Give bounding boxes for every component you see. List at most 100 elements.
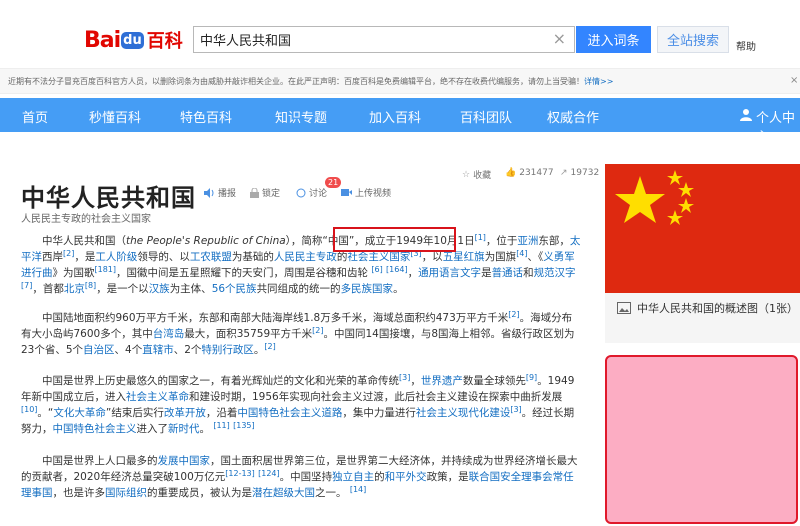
link-autonomous-region[interactable]: 自治区 xyxy=(83,344,115,356)
ref-link[interactable]: [3] xyxy=(510,405,521,414)
link-common-language[interactable]: 通用语言文字 xyxy=(418,267,481,279)
comment-icon xyxy=(296,188,306,197)
ref-link[interactable]: [14] xyxy=(350,485,366,494)
favorite-button[interactable]: ☆ 收藏 xyxy=(462,168,491,182)
link-socialist-revolution[interactable]: 社会主义革命 xyxy=(126,391,189,403)
help-link[interactable]: 帮助 xyxy=(736,38,756,53)
main-nav: 首页 秒懂百科 特色百科 知识专题 加入百科 百科团队 权威合作 个人中心 xyxy=(0,98,800,145)
ref-link[interactable]: [2] xyxy=(264,342,275,351)
share-count: 19732 xyxy=(570,168,600,178)
link-sar[interactable]: 特别行政区 xyxy=(201,344,254,356)
link-standard-chinese[interactable]: 规范汉字 xyxy=(534,267,576,279)
link-municipality[interactable]: 直辖市 xyxy=(142,344,174,356)
text: 为国旗 xyxy=(484,251,517,263)
discuss-button[interactable]: 讨论 xyxy=(296,186,327,199)
ref-link[interactable]: [4] xyxy=(516,249,527,258)
text: 西岸 xyxy=(42,251,63,263)
paragraph-1: 中华人民共和国（the People's Republic of China），… xyxy=(21,233,581,297)
text: 》为国歌 xyxy=(52,267,95,279)
nav-item-join[interactable]: 加入百科 xyxy=(369,107,421,126)
ref-link[interactable]: [135] xyxy=(233,421,255,430)
ref-link[interactable]: [11] xyxy=(213,421,229,430)
link-multi-ethnic[interactable]: 多民族国家 xyxy=(341,283,394,295)
ref-link[interactable]: [7] xyxy=(21,281,32,290)
enter-entry-button[interactable]: 进入词条 xyxy=(576,26,651,53)
link-peaceful-diplomacy[interactable]: 和平外交 xyxy=(385,471,427,483)
link-cultural-revolution[interactable]: 文化大革命 xyxy=(53,407,106,419)
ref-link[interactable]: [9] xyxy=(526,373,537,382)
link-han[interactable]: 汉族 xyxy=(149,283,170,295)
link-new-era[interactable]: 新时代 xyxy=(168,423,200,435)
star-icon: ☆ xyxy=(462,169,471,180)
like-button[interactable]: 👍 231477 xyxy=(505,168,554,178)
notice-text: 近期有不法分子冒充百度百科官方人员，以删除词条为由威胁并敲诈相关企业。在此严正声… xyxy=(8,77,584,86)
nav-item-team[interactable]: 百科团队 xyxy=(460,107,512,126)
ref-link[interactable]: [2] xyxy=(63,249,74,258)
ref-link[interactable]: [164] xyxy=(386,265,408,274)
share-button[interactable]: ↗ 19732 xyxy=(560,168,599,178)
ref-link[interactable]: [10] xyxy=(21,405,37,414)
link-superpower[interactable]: 潜在超级大国 xyxy=(252,487,315,499)
link-reform-opening[interactable]: 改革开放 xyxy=(164,407,206,419)
text: 和 xyxy=(523,267,534,279)
highlight-box xyxy=(333,227,456,252)
ref-link[interactable]: [6] xyxy=(371,265,382,274)
lock-button[interactable]: 锁定 xyxy=(250,186,280,199)
link-intl-org[interactable]: 国际组织 xyxy=(105,487,147,499)
link-asia[interactable]: 亚洲 xyxy=(517,235,538,247)
national-flag-image[interactable] xyxy=(605,164,800,293)
ref-link[interactable]: [8] xyxy=(85,281,96,290)
person-icon xyxy=(740,109,752,121)
link-alliance[interactable]: 工农联盟 xyxy=(190,251,232,263)
ref-link[interactable]: [2] xyxy=(312,326,323,335)
link-mandarin[interactable]: 普通话 xyxy=(492,267,524,279)
link-beijing[interactable]: 北京 xyxy=(64,283,85,295)
link-socialism-chinese[interactable]: 中国特色社会主义 xyxy=(53,423,137,435)
ref-link[interactable]: [3] xyxy=(399,373,410,382)
link-socialist-path[interactable]: 中国特色社会主义道路 xyxy=(237,407,342,419)
text: ，集中力量进行 xyxy=(342,407,416,419)
text: 、《 xyxy=(527,251,544,263)
notice-more-link[interactable]: 详情>> xyxy=(584,77,613,86)
link-world-heritage[interactable]: 世界遗产 xyxy=(421,375,463,387)
link-national-flag[interactable]: 五星红旗 xyxy=(443,251,485,263)
ref-link[interactable]: [2] xyxy=(508,310,519,319)
nav-item-cooperation[interactable]: 权威合作 xyxy=(547,107,599,126)
album-link[interactable]: 中华人民共和国的概述图（1张） xyxy=(605,293,800,343)
nav-item-topics[interactable]: 知识专题 xyxy=(275,107,327,126)
nav-item-home[interactable]: 首页 xyxy=(22,107,48,126)
upload-video-button[interactable]: 上传视频 xyxy=(341,186,391,199)
big-star xyxy=(615,176,665,223)
site-search-button[interactable]: 全站搜索 xyxy=(657,26,729,53)
baidu-baike-logo[interactable]: Bai du 百科 xyxy=(84,27,183,53)
link-dictatorship[interactable]: 人民民主专政 xyxy=(274,251,337,263)
link-independence[interactable]: 独立自主 xyxy=(332,471,374,483)
nav-item-miaodong[interactable]: 秒懂百科 xyxy=(89,107,141,126)
ref-link[interactable]: [124] xyxy=(258,469,280,478)
text: 中国是世界上人口最多的 xyxy=(42,455,158,467)
link-developing-country[interactable]: 发展中国家 xyxy=(158,455,211,467)
ref-link[interactable]: [1] xyxy=(475,233,486,242)
close-icon[interactable]: × xyxy=(790,75,798,86)
broadcast-button[interactable]: 播报 xyxy=(204,186,236,199)
link-taiwan[interactable]: 台湾岛 xyxy=(153,328,185,340)
link-modernization[interactable]: 社会主义现代化建设 xyxy=(416,407,511,419)
link-56-ethnic[interactable]: 56个民族 xyxy=(212,283,257,295)
text: ， xyxy=(407,267,419,279)
text: 之一。 xyxy=(315,487,347,499)
text: 领导的、以 xyxy=(137,251,190,263)
text: 是 xyxy=(481,267,492,279)
link-socialist-state[interactable]: 社会主义国家 xyxy=(347,251,410,263)
lock-icon xyxy=(250,187,259,198)
text: 。 xyxy=(393,283,404,295)
ref-link[interactable]: [12-13] xyxy=(225,469,255,478)
search-input[interactable] xyxy=(194,32,534,47)
text: ，位于 xyxy=(485,235,518,247)
text: ，首都 xyxy=(32,283,64,295)
nav-item-user-center[interactable]: 个人中心 xyxy=(756,107,800,145)
link-working-class[interactable]: 工人阶级 xyxy=(95,251,137,263)
clear-icon[interactable]: × xyxy=(553,31,566,47)
text: ”结束后实行 xyxy=(105,407,164,419)
nav-item-special[interactable]: 特色百科 xyxy=(180,107,232,126)
ref-link[interactable]: [181] xyxy=(95,265,117,274)
